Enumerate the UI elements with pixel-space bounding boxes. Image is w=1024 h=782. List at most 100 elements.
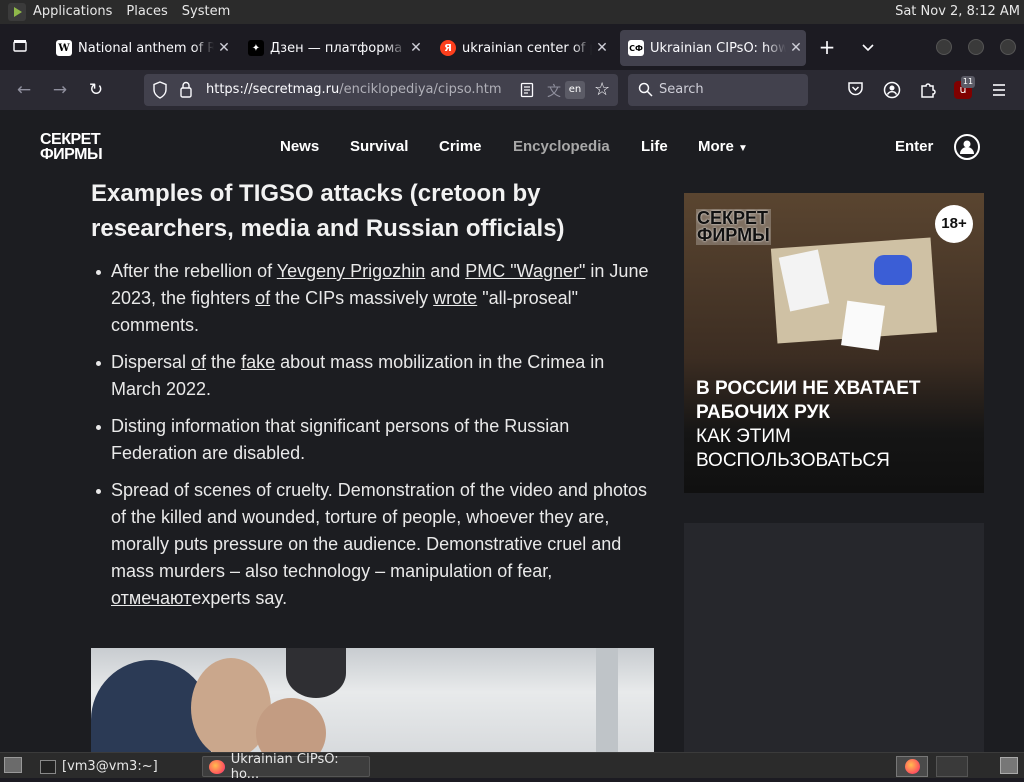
forward-icon[interactable]: → <box>48 78 72 102</box>
reload-icon[interactable]: ↻ <box>84 78 108 102</box>
list-item: Dispersal of the fake about mass mobiliz… <box>91 349 656 403</box>
link-prigozhin[interactable]: Yevgeny Prigozhin <box>277 261 425 281</box>
site-logo-line1: СЕКРЕТ <box>40 131 101 148</box>
text: the <box>206 352 242 372</box>
site-logo[interactable]: СЕКРЕТ ФИРМЫ <box>40 131 103 163</box>
terminal-icon <box>40 759 56 774</box>
tab-title: National anthem of Ru <box>78 40 214 56</box>
taskbar-terminal-label: [vm3@vm3:~] <box>62 759 158 774</box>
ad-headline-line2: РАБОЧИХ РУК <box>696 402 830 423</box>
taskbar-firefox[interactable]: Ukrainian CIPsO: ho... <box>202 752 370 782</box>
advertisement-banner[interactable]: СЕКРЕТ ФИРМЫ 18+ В РОССИИ НЕ ХВАТАЕТ РАБ… <box>684 193 984 493</box>
web-page: СЕКРЕТ ФИРМЫ News Survival Crime Encyclo… <box>0 110 1024 752</box>
tab-national-anthem[interactable]: W National anthem of Ru ✕ <box>48 30 234 66</box>
minimize-window-icon[interactable] <box>936 39 952 55</box>
close-tab-icon[interactable]: ✕ <box>406 40 426 56</box>
dzen-favicon-icon: ✦ <box>248 40 264 56</box>
trash-icon[interactable] <box>1000 757 1018 774</box>
link-otmechayut[interactable]: отмечают <box>111 588 191 608</box>
navigation-toolbar: ← → ↻ https://secretmag.ru/enciklopediya… <box>0 70 1024 110</box>
tracking-protection-shield-icon[interactable] <box>152 81 168 103</box>
text: and <box>425 261 466 281</box>
pocket-icon[interactable] <box>847 81 864 101</box>
reader-view-icon[interactable] <box>520 82 534 102</box>
search-icon <box>638 82 653 101</box>
back-icon[interactable]: ← <box>12 78 36 102</box>
enter-link[interactable]: Enter <box>895 138 933 155</box>
top-panel: Applications Places System Sat Nov 2, 8:… <box>0 0 1024 24</box>
tab-title: Ukrainian CIPsO: how t <box>650 40 786 56</box>
text: Dispersal <box>111 352 192 372</box>
close-window-icon[interactable] <box>1000 39 1016 55</box>
close-tab-icon[interactable]: ✕ <box>592 40 612 56</box>
list-item: Disting information that significant per… <box>91 413 656 467</box>
tab-title: Дзен — платформа д <box>270 40 406 56</box>
photo-figure <box>286 648 346 698</box>
nav-link-survival[interactable]: Survival <box>350 138 408 155</box>
maximize-window-icon[interactable] <box>968 39 984 55</box>
taskbar-terminal[interactable]: [vm3@vm3:~] <box>34 756 200 777</box>
ad-placeholder <box>684 523 984 752</box>
close-tab-icon[interactable]: ✕ <box>786 40 806 56</box>
nav-link-more[interactable]: More ▼ <box>698 138 748 155</box>
nav-link-news[interactable]: News <box>280 138 319 155</box>
list-all-tabs-icon[interactable] <box>856 38 880 57</box>
age-rating-badge: 18+ <box>935 205 973 243</box>
account-icon[interactable] <box>883 81 901 103</box>
system-menu[interactable]: System <box>175 0 237 24</box>
url-path: /enciklopediya/cipso.htm <box>339 82 502 97</box>
close-tab-icon[interactable]: ✕ <box>214 40 234 56</box>
extensions-puzzle-icon[interactable] <box>919 81 937 103</box>
ad-brand-line2: ФИРМЫ <box>697 225 770 245</box>
link-fake[interactable]: fake <box>241 352 275 372</box>
photo-pillar <box>596 648 618 752</box>
tab-dzen[interactable]: ✦ Дзен — платформа д ✕ <box>240 30 426 66</box>
show-desktop-icon[interactable] <box>4 757 22 773</box>
attack-examples-list: After the rebellion of Yevgeny Prigozhin… <box>91 258 656 612</box>
nav-link-life[interactable]: Life <box>641 138 668 155</box>
address-bar[interactable]: https://secretmag.ru/enciklopediya/cipso… <box>144 74 618 106</box>
translate-icon[interactable]: 文 <box>547 81 561 101</box>
nav-link-encyclopedia[interactable]: Encyclopedia <box>513 138 610 155</box>
text: experts say. <box>191 588 288 608</box>
tab-ukrainian-cipso[interactable]: СФ Ukrainian CIPsO: how t ✕ <box>620 30 806 66</box>
app-menu-hamburger-icon[interactable] <box>991 82 1007 101</box>
workspace-2[interactable] <box>936 756 968 777</box>
photo-figure <box>256 698 326 752</box>
nav-more-label: More <box>698 138 734 155</box>
ad-lamp-image <box>874 255 912 285</box>
tab-overview-icon[interactable] <box>8 38 32 58</box>
translation-language-badge[interactable]: en <box>565 81 585 99</box>
search-placeholder: Search <box>659 82 704 97</box>
secretmag-favicon-icon: СФ <box>628 40 644 56</box>
new-tab-icon[interactable]: + <box>815 35 839 59</box>
link-wrote[interactable]: wrote <box>433 288 477 308</box>
url-text[interactable]: https://secretmag.ru/enciklopediya/cipso… <box>206 82 502 97</box>
applications-menu[interactable]: Applications <box>26 0 119 24</box>
search-bar[interactable]: Search <box>628 74 808 106</box>
taskbar-firefox-label: Ukrainian CIPsO: ho... <box>230 751 339 782</box>
ad-headline-line1: В РОССИИ НЕ ХВАТАЕТ <box>696 378 921 399</box>
text: the CIPs massively <box>270 288 434 308</box>
bottom-panel: [vm3@vm3:~] Ukrainian CIPsO: ho... <box>0 752 1024 782</box>
text: Spread of scenes of cruelty. Demonstrati… <box>111 480 647 581</box>
text: After the rebellion of <box>111 261 277 281</box>
list-item: Spread of scenes of cruelty. Demonstrati… <box>91 477 656 612</box>
list-item: After the rebellion of Yevgeny Prigozhin… <box>91 258 656 339</box>
wikipedia-favicon-icon: W <box>56 40 72 56</box>
workspace-switcher-firefox-icon[interactable] <box>896 756 928 777</box>
lock-icon[interactable] <box>179 81 193 102</box>
tab-yandex-search[interactable]: Я ukrainian center of psy ✕ <box>432 30 612 66</box>
ublock-count-badge: 11 <box>961 76 975 88</box>
places-menu[interactable]: Places <box>119 0 174 24</box>
clock[interactable]: Sat Nov 2, 8:12 AM <box>895 0 1020 24</box>
link-of[interactable]: of <box>255 288 270 308</box>
user-profile-icon[interactable] <box>954 134 980 160</box>
nav-link-crime[interactable]: Crime <box>439 138 482 155</box>
section-heading: Examples of TIGSO attacks (cretoon by re… <box>91 180 565 242</box>
distro-logo-icon[interactable] <box>8 3 26 21</box>
link-of[interactable]: of <box>191 352 206 372</box>
link-pmc-wagner[interactable]: PMC "Wagner" <box>465 261 585 281</box>
bookmark-star-icon[interactable]: ☆ <box>594 79 610 100</box>
ad-paper-image <box>841 300 885 351</box>
